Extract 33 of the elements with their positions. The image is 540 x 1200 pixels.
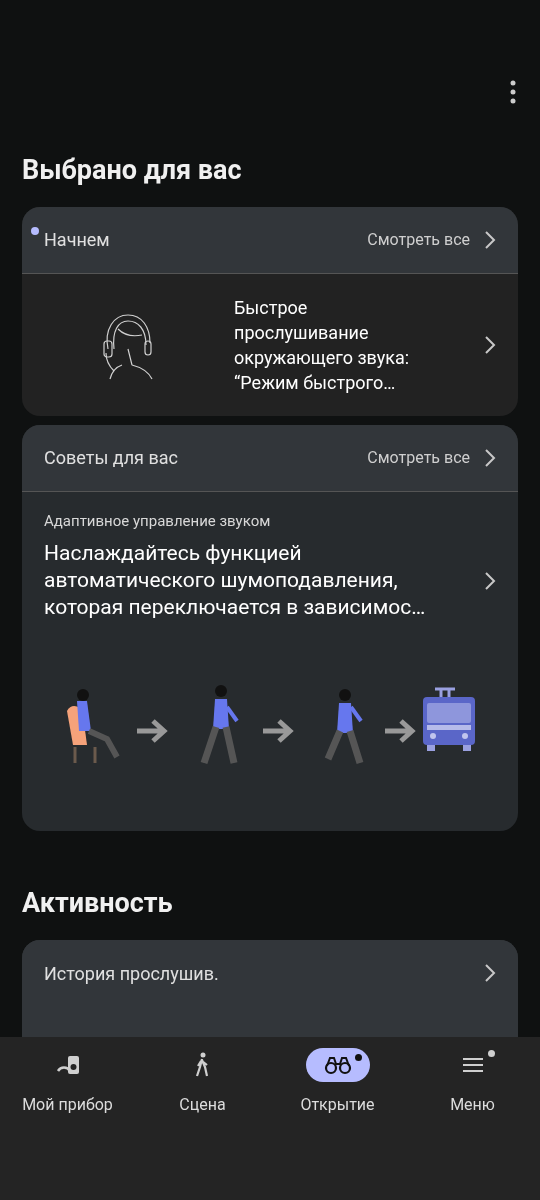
arrow-icon (134, 718, 168, 744)
binoculars-icon (323, 1055, 352, 1075)
chevron-right-icon (484, 334, 496, 355)
more-options-icon[interactable] (510, 80, 516, 104)
chevron-right-icon (484, 229, 496, 250)
chevron-right-icon (484, 570, 496, 591)
card-title: Начнем (44, 228, 111, 252)
card-title: История прослушив. (44, 961, 220, 986)
walking-person-icon (194, 1052, 211, 1078)
tip-subtitle: Адаптивное управление звуком (44, 510, 272, 532)
nav-label: Мой прибор (22, 1094, 113, 1116)
nav-tab[interactable]: Сцена (135, 1048, 270, 1200)
nav-tab[interactable]: Мой прибор (0, 1048, 135, 1200)
nav-label: Открытие (300, 1094, 375, 1116)
card-title: Советы для вас (44, 446, 179, 470)
arrow-icon (382, 718, 416, 744)
card-header[interactable]: Начнем Смотреть все (22, 206, 518, 274)
arrow-icon (260, 718, 294, 744)
nav-tab[interactable]: Меню (405, 1048, 540, 1200)
see-all-link[interactable]: Смотреть все (367, 227, 470, 252)
tip-text: Наслаждайтесь функцией автоматического шумоподавления, которая переключается в зависимос… (44, 540, 427, 621)
chevron-right-icon (484, 963, 496, 983)
menu-icon (461, 1056, 484, 1074)
chevron-right-icon (484, 447, 496, 468)
nav-tab[interactable]: Открытие (270, 1048, 405, 1200)
see-all-link[interactable]: Смотреть все (367, 445, 470, 470)
card-text: Быстрое прослушивание окружающего звука: “Режим быстрого… (234, 295, 411, 395)
nav-label: Сцена (179, 1094, 226, 1116)
card-header[interactable]: Советы для вас Смотреть все (22, 424, 518, 492)
nav-label: Меню (450, 1094, 495, 1116)
section-title: Активность (21, 886, 174, 921)
section-title: Выбрано для вас (21, 153, 243, 188)
headphones-speaker-icon (54, 1053, 81, 1077)
